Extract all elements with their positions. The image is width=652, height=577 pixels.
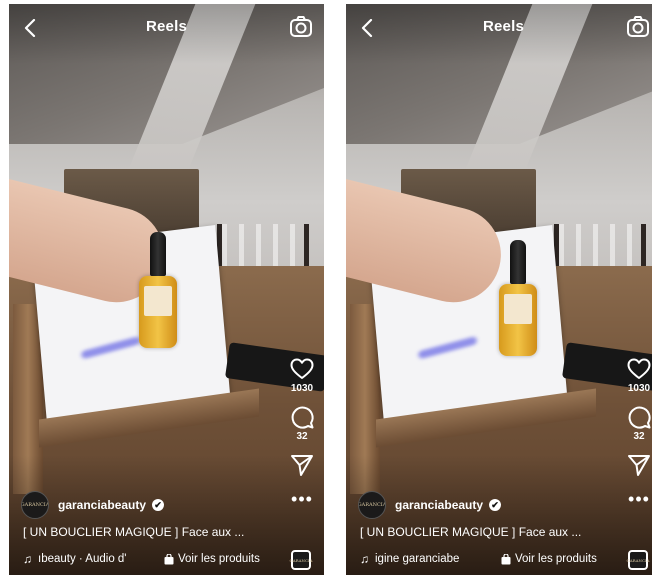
page-title: Reels — [482, 18, 525, 35]
comment-count: 32 — [633, 431, 645, 442]
camera-button[interactable] — [288, 14, 314, 40]
audio-link[interactable]: ıbeauty · Audio d' — [38, 553, 156, 565]
paper-plane-icon — [628, 455, 650, 476]
more-options-button[interactable]: ••• — [628, 490, 650, 508]
audio-thumbnail[interactable]: GARANCIA — [627, 550, 650, 570]
audio-row: ♫ igine garanciabe Voir les produits — [360, 552, 597, 566]
verified-check-icon: ✔ — [152, 499, 165, 511]
audio-row: ♫ ıbeauty · Audio d' Voir les produits — [23, 552, 260, 566]
camera-button[interactable] — [625, 14, 651, 40]
comment-button[interactable] — [289, 404, 315, 430]
shopping-bag-icon — [501, 553, 511, 564]
reel-screen-left: Reels 1030 32 ••• GARANCIA garanciabeaut… — [9, 4, 324, 575]
reel-screen-right: Reels 1030 32 ••• GARANCIA garanciabeaut… — [346, 4, 652, 575]
comment-bubble-icon — [291, 406, 314, 429]
verified-check-icon: ✔ — [489, 499, 502, 511]
author-row: GARANCIA garanciabeauty ✔ — [21, 491, 165, 519]
share-button[interactable] — [626, 452, 652, 478]
like-count: 1030 — [290, 383, 314, 394]
heart-icon — [627, 358, 651, 379]
camera-icon — [627, 16, 649, 37]
like-button[interactable] — [626, 356, 652, 382]
camera-icon — [290, 16, 312, 37]
audio-link[interactable]: igine garanciabe — [375, 553, 493, 565]
view-products-button[interactable]: Voir les produits — [164, 553, 260, 565]
caption[interactable]: [ UN BOUCLIER MAGIQUE ] Face aux ... — [23, 525, 244, 539]
more-options-button[interactable]: ••• — [291, 490, 313, 508]
username[interactable]: garanciabeauty — [58, 498, 146, 512]
comment-button[interactable] — [626, 404, 652, 430]
like-count: 1030 — [627, 383, 651, 394]
share-button[interactable] — [289, 452, 315, 478]
avatar[interactable]: GARANCIA — [358, 491, 386, 519]
comment-bubble-icon — [628, 406, 651, 429]
avatar[interactable]: GARANCIA — [21, 491, 49, 519]
reel-overlay: Reels 1030 32 ••• GARANCIA garanciabeaut… — [9, 4, 324, 575]
page-title: Reels — [145, 18, 188, 35]
view-products-label: Voir les produits — [515, 553, 597, 565]
view-products-button[interactable]: Voir les produits — [501, 553, 597, 565]
caption[interactable]: [ UN BOUCLIER MAGIQUE ] Face aux ... — [360, 525, 581, 539]
reel-overlay: Reels 1030 32 ••• GARANCIA garanciabeaut… — [346, 4, 652, 575]
heart-icon — [290, 358, 314, 379]
music-note-icon: ♫ — [23, 552, 32, 566]
action-column: 1030 32 ••• — [621, 356, 652, 508]
author-row: GARANCIA garanciabeauty ✔ — [358, 491, 502, 519]
audio-thumbnail[interactable]: GARANCIA — [290, 550, 313, 570]
view-products-label: Voir les produits — [178, 553, 260, 565]
username[interactable]: garanciabeauty — [395, 498, 483, 512]
shopping-bag-icon — [164, 553, 174, 564]
music-note-icon: ♫ — [360, 552, 369, 566]
like-button[interactable] — [289, 356, 315, 382]
comment-count: 32 — [296, 431, 308, 442]
action-column: 1030 32 ••• — [284, 356, 320, 508]
paper-plane-icon — [291, 455, 313, 476]
